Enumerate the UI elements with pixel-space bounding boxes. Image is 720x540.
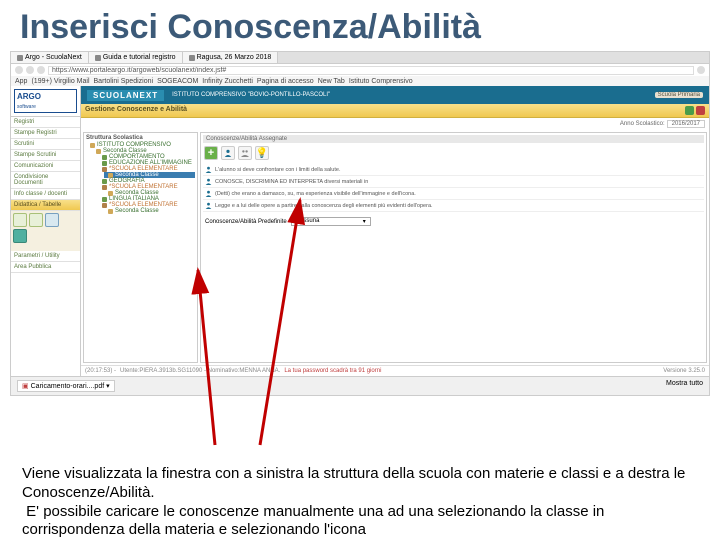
status-time: (20:17:53) -	[85, 368, 116, 374]
folder-icon	[108, 191, 113, 196]
sidebar-item-registri[interactable]: Registri	[11, 117, 80, 128]
sidebar-item-info-classe[interactable]: Info classe / docenti	[11, 189, 80, 200]
slide-title: Inserisci Conoscenza/Abilità	[0, 0, 720, 51]
grid-icon[interactable]	[45, 213, 59, 227]
sidebar-item-comunicazioni[interactable]: Comunicazioni	[11, 161, 80, 172]
school-badge[interactable]: Scuola Primaria	[655, 92, 703, 98]
sidebar-item-stampe-scrutini[interactable]: Stampe Scrutini	[11, 150, 80, 161]
sidebar-item-area-pubblica[interactable]: Area Pubblica	[11, 262, 80, 273]
status-user: Utente:PIERA.3913b.SG11090 - Nominativo:…	[120, 368, 280, 374]
browser-window: Argo - ScuolaNext Guida e tutorial regis…	[10, 51, 710, 396]
bookmark[interactable]: Infinity Zucchetti	[202, 78, 253, 85]
brand-badge: SCUOLANEXT	[87, 90, 164, 101]
status-bar: (20:17:53) - Utente:PIERA.3913b.SG11090 …	[81, 365, 709, 376]
bookmark[interactable]: Bartolini Spedizioni	[94, 78, 154, 85]
url-field[interactable]: https://www.portaleargo.it/argoweb/scuol…	[48, 66, 694, 75]
grid-icon[interactable]	[13, 213, 27, 227]
main-area: SCUOLANEXT ISTITUTO COMPRENSIVO "BOVIO-P…	[81, 86, 709, 376]
bookmark[interactable]: (199+) Virgilio Mail	[31, 78, 89, 85]
download-bar: ▣ Caricamento-orari....pdf ▾ Mostra tutt…	[11, 376, 709, 395]
pdf-icon: ▣	[22, 382, 29, 390]
toolbar: + 💡	[203, 145, 704, 161]
tab-strip: Argo - ScuolaNext Guida e tutorial regis…	[11, 52, 709, 64]
bulb-button[interactable]: 💡	[255, 146, 269, 160]
predef-row: Conoscenze/Abilità Predefinite Nessuna▾	[203, 215, 704, 228]
show-all-downloads[interactable]: Mostra tutto	[666, 380, 703, 392]
panel-header: Gestione Conoscenze e Abilità	[81, 104, 709, 118]
content-split: Struttura Scolastica ISTITUTO COMPRENSIV…	[81, 130, 709, 365]
close-icon[interactable]	[696, 106, 705, 115]
user-button[interactable]	[221, 146, 235, 160]
panel-title: Gestione Conoscenze e Abilità	[85, 106, 187, 115]
forward-button[interactable]	[26, 66, 34, 74]
chevron-down-icon: ▾	[106, 382, 110, 390]
app-header: SCUOLANEXT ISTITUTO COMPRENSIVO "BOVIO-P…	[81, 86, 709, 104]
star-icon[interactable]	[697, 66, 705, 74]
sidebar-item-scrutini[interactable]: Scrutini	[11, 139, 80, 150]
predef-select[interactable]: Nessuna▾	[291, 217, 371, 226]
institute-name: ISTITUTO COMPRENSIVO "BOVIO-PONTILLO-PAS…	[164, 92, 655, 98]
year-row: Anno Scolastico: 2016/2017	[81, 118, 709, 130]
list-item[interactable]: CONOSCE, DISCRIMINA ED INTERPRETA divers…	[203, 176, 704, 188]
person-icon	[205, 178, 212, 185]
folder-icon	[90, 143, 95, 148]
bookmark[interactable]: SOGEACOM	[157, 78, 198, 85]
browser-tab[interactable]: Guida e tutorial registro	[89, 52, 183, 63]
lock-icon	[102, 167, 107, 172]
bookmark[interactable]: Pagina di accesso	[257, 78, 314, 85]
person-icon	[205, 190, 212, 197]
back-button[interactable]	[15, 66, 23, 74]
bookmark[interactable]: New Tab	[318, 78, 345, 85]
reload-button[interactable]	[37, 66, 45, 74]
folder-icon	[96, 149, 101, 154]
sidebar-item-parametri[interactable]: Parametri / Utility	[11, 251, 80, 262]
grid-icon[interactable]	[29, 213, 43, 227]
address-bar: https://www.portaleargo.it/argoweb/scuol…	[11, 64, 709, 76]
tree-panel: Struttura Scolastica ISTITUTO COMPRENSIV…	[83, 132, 198, 363]
sidebar-item-didattica[interactable]: Didattica / Tabelle	[11, 200, 80, 211]
predef-label: Conoscenze/Abilità Predefinite	[205, 219, 287, 225]
app-frame: ARGO software Registri Stampe Registri S…	[11, 86, 709, 376]
multi-user-button[interactable]	[238, 146, 252, 160]
year-select[interactable]: 2016/2017	[667, 120, 705, 128]
slide-caption: Viene visualizzata la finestra con a sin…	[0, 461, 720, 540]
year-label: Anno Scolastico:	[620, 121, 665, 127]
folder-icon	[108, 173, 113, 178]
subpanel-header: Conoscenze/Abilità Assegnate	[203, 135, 704, 143]
person-icon	[205, 202, 212, 209]
subject-icon	[102, 179, 107, 184]
browser-tab[interactable]: Argo - ScuolaNext	[11, 52, 89, 63]
list-item[interactable]: (Detti) che erano a damasco, su, ma espe…	[203, 188, 704, 200]
chevron-down-icon: ▾	[363, 218, 366, 225]
right-panel: Conoscenze/Abilità Assegnate + 💡 L'alunn…	[200, 132, 707, 363]
argo-logo: ARGO software	[14, 89, 77, 113]
status-pwd-warning: La tua password scadrà tra 91 giorni	[284, 368, 381, 374]
download-item[interactable]: ▣ Caricamento-orari....pdf ▾	[17, 380, 115, 392]
sidebar-item-condivisione[interactable]: Condivisione Documenti	[11, 172, 80, 189]
sidebar-icon-grid	[11, 211, 80, 251]
status-version: Versione 3.25.0	[663, 368, 705, 374]
add-button[interactable]: +	[204, 146, 218, 160]
person-icon	[205, 166, 212, 173]
folder-icon	[108, 209, 113, 214]
grid-icon[interactable]	[13, 229, 27, 243]
subject-icon	[102, 197, 107, 202]
logo-area: ARGO software	[11, 86, 80, 117]
list-item[interactable]: L'alunno si deve confrontare con i limit…	[203, 164, 704, 176]
lock-icon	[102, 185, 107, 190]
tree-header: Struttura Scolastica	[86, 135, 195, 141]
sidebar-item-stampe-registri[interactable]: Stampe Registri	[11, 128, 80, 139]
bookmark[interactable]: Istituto Comprensivo	[349, 78, 413, 85]
panel-action-icon[interactable]	[685, 106, 694, 115]
subject-icon	[102, 161, 107, 166]
list-item[interactable]: Legge e a lui delle opere a partire dall…	[203, 200, 704, 212]
bookmark-bar: App (199+) Virgilio Mail Bartolini Spedi…	[11, 76, 709, 86]
tree-node[interactable]: Seconda Classe	[104, 208, 195, 214]
subject-icon	[102, 155, 107, 160]
browser-tab[interactable]: Ragusa, 26 Marzo 2018	[183, 52, 279, 63]
lock-icon	[102, 203, 107, 208]
bookmark[interactable]: App	[15, 78, 27, 85]
sidebar: ARGO software Registri Stampe Registri S…	[11, 86, 81, 376]
